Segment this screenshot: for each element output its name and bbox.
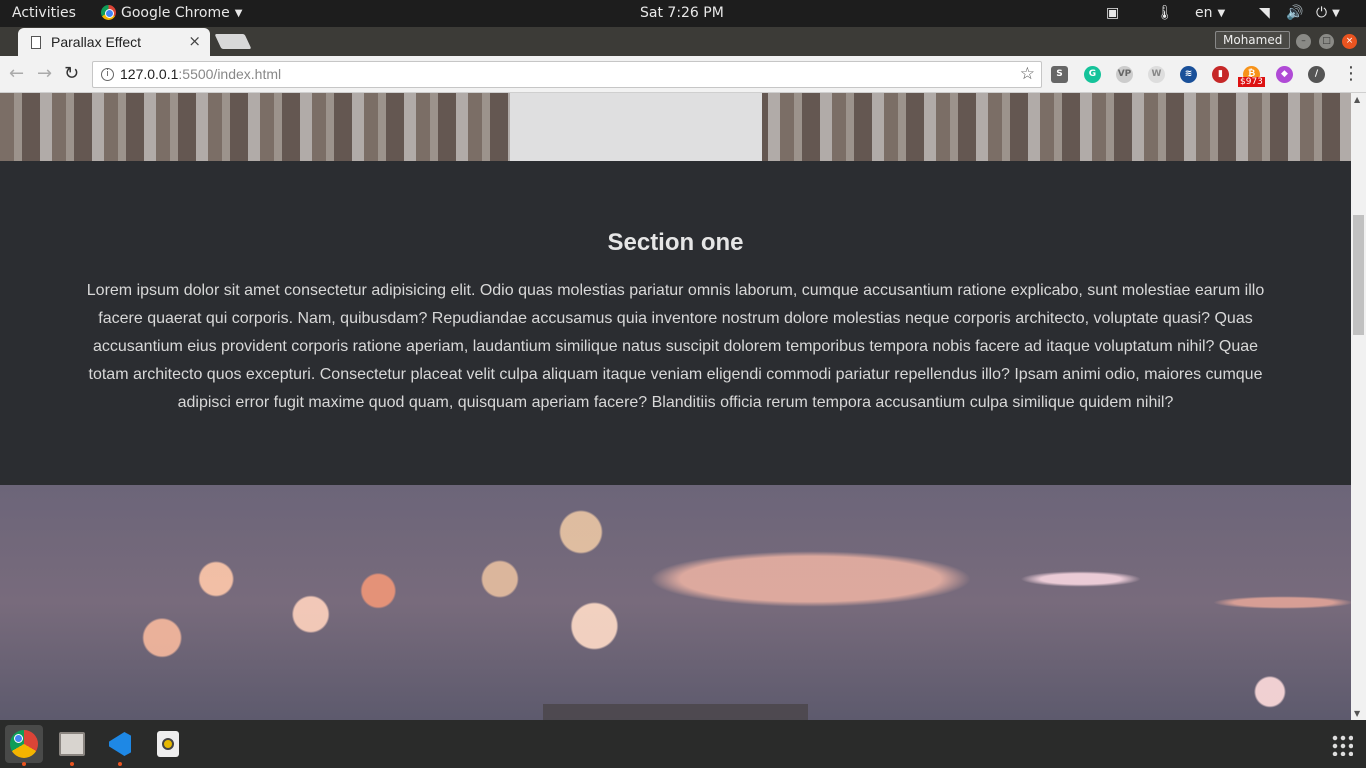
thermometer-icon[interactable]: 🌡	[1156, 5, 1174, 22]
minimize-icon[interactable]: –	[1296, 34, 1311, 49]
vscode-icon	[109, 732, 131, 756]
steem-icon[interactable]: ≋	[1180, 66, 1197, 83]
grammarly-icon[interactable]: G	[1084, 66, 1101, 83]
chrome-logo-icon	[101, 5, 116, 20]
dock-chrome[interactable]	[5, 725, 43, 766]
scrollbar-thumb[interactable]	[1353, 215, 1364, 335]
browser-tab-strip: Parallax Effect × Mohamed – □ ×	[0, 27, 1366, 56]
app-name: Google Chrome	[121, 5, 230, 21]
close-window-icon[interactable]: ×	[1342, 34, 1357, 49]
url-text[interactable]: 127.0.0.1:5500/index.html	[120, 66, 281, 82]
volume-icon[interactable]: 🔊	[1286, 5, 1303, 22]
dock-files[interactable]	[53, 725, 91, 766]
chevron-down-icon: ▼	[1332, 8, 1340, 19]
forward-icon[interactable]: →	[37, 64, 52, 84]
extension-s-icon[interactable]: S	[1051, 66, 1068, 83]
language-menu[interactable]: en ▼	[1195, 5, 1225, 22]
close-icon[interactable]: ×	[188, 32, 201, 50]
activities-button[interactable]: Activities	[12, 5, 76, 22]
chrome-icon	[10, 730, 38, 758]
scroll-down-icon[interactable]: ▼	[1354, 709, 1360, 718]
new-tab-button[interactable]	[214, 34, 252, 49]
show-applications-icon[interactable]	[1331, 734, 1353, 756]
bookmark-star-icon[interactable]: ☆	[1020, 64, 1035, 84]
profile-button[interactable]: Mohamed	[1215, 31, 1291, 49]
clipboard-icon[interactable]: ▣	[1106, 5, 1119, 22]
address-bar[interactable]: i 127.0.0.1:5500/index.html ☆	[92, 61, 1042, 88]
url-host: 127.0.0.1	[120, 66, 179, 82]
wifi-icon[interactable]: ◥	[1259, 5, 1270, 22]
system-top-bar: Activities Google Chrome ▼ Sat 7:26 PM ▣ …	[0, 0, 1366, 27]
chevron-down-icon: ▼	[234, 8, 243, 19]
browser-tab[interactable]: Parallax Effect ×	[18, 28, 210, 56]
page-icon	[31, 36, 41, 49]
running-indicator	[70, 762, 74, 766]
running-indicator	[118, 762, 122, 766]
app-menu[interactable]: Google Chrome ▼	[101, 5, 242, 22]
extension-stripes-icon[interactable]: ▮	[1212, 66, 1229, 83]
speaker-cone-icon	[162, 738, 174, 750]
extension-shape-icon[interactable]: ◆	[1276, 66, 1293, 83]
hero-content-box	[510, 93, 762, 161]
back-icon[interactable]: ←	[9, 64, 24, 84]
wordpress-icon[interactable]: W	[1148, 66, 1165, 83]
browser-toolbar: ← → ↻ i 127.0.0.1:5500/index.html ☆ S G …	[0, 56, 1366, 93]
section-heading: Section one	[607, 229, 744, 256]
extension-vp-icon[interactable]: VP	[1116, 66, 1133, 83]
section-paragraph: Lorem ipsum dolor sit amet consectetur a…	[86, 282, 1265, 411]
page-scrollbar[interactable]: ▲ ▼	[1351, 93, 1366, 720]
running-indicator	[22, 762, 26, 766]
reload-icon[interactable]: ↻	[64, 64, 79, 84]
tab-title: Parallax Effect	[51, 34, 142, 50]
dock-vscode[interactable]	[101, 725, 139, 766]
scroll-up-icon[interactable]: ▲	[1354, 95, 1360, 104]
power-icon[interactable]: ⏻ ▼	[1316, 5, 1340, 22]
extension-badge: $973	[1238, 77, 1265, 87]
file-cabinet-icon	[59, 732, 85, 756]
parallax-image-city	[0, 93, 1351, 161]
dock-music-player[interactable]	[149, 725, 187, 763]
language-label: en	[1195, 5, 1213, 21]
clock[interactable]: Sat 7:26 PM	[640, 5, 724, 22]
image-caption-bar	[543, 704, 808, 720]
color-picker-icon[interactable]: /	[1308, 66, 1325, 83]
page-viewport: Section one Lorem ipsum dolor sit amet c…	[0, 93, 1351, 720]
taskbar-dock	[0, 720, 1366, 768]
info-icon[interactable]: i	[101, 68, 114, 81]
url-path: :5500/index.html	[178, 66, 282, 82]
maximize-icon[interactable]: □	[1319, 34, 1334, 49]
menu-icon[interactable]: ⋮	[1342, 64, 1360, 84]
section-one: Section one Lorem ipsum dolor sit amet c…	[0, 161, 1351, 485]
parallax-image-bokeh	[0, 485, 1351, 720]
chevron-down-icon: ▼	[1217, 8, 1226, 19]
